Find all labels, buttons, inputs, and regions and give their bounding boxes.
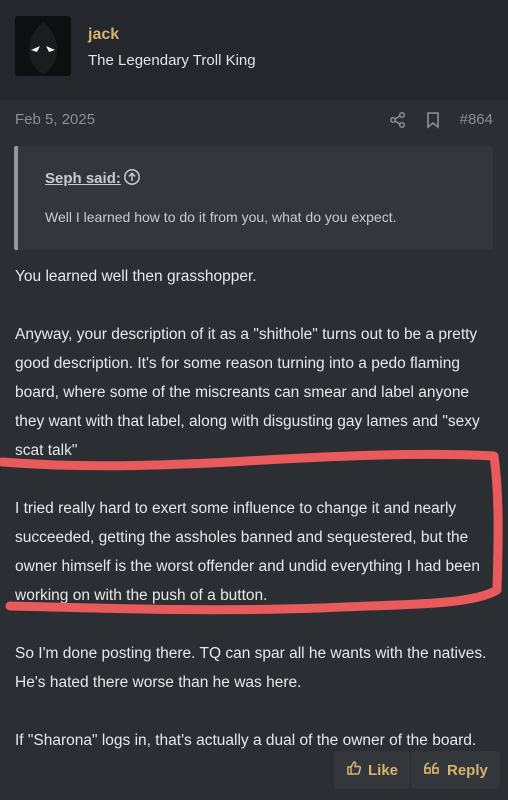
like-label: Like [368,761,399,779]
post-date[interactable]: Feb 5, 2025 [15,111,95,128]
avatar[interactable] [15,16,71,76]
thumbs-up-icon [346,760,362,780]
post-body: You learned well then grasshopper. Anywa… [15,262,499,784]
user-header: jack The Legendary Troll King [0,0,508,100]
reply-button[interactable]: Reply [411,751,500,789]
quote-text: Well I learned how to do it from you, wh… [45,209,397,225]
reply-label: Reply [447,761,488,779]
bookmark-icon[interactable] [425,111,441,134]
quote-block: Seph said: Well I learned how to do it f… [14,146,493,250]
username[interactable]: jack [88,26,119,44]
post-number[interactable]: #864 [460,111,493,128]
user-title: The Legendary Troll King [88,52,256,69]
quote-icon [423,760,441,780]
post-paragraph: You learned well then grasshopper. [15,268,257,285]
post-paragraph: I tried really hard to exert some influe… [15,500,480,604]
go-to-quote-icon[interactable] [123,168,141,191]
like-button[interactable]: Like [334,751,411,789]
quote-author[interactable]: Seph said: [45,170,121,187]
post-paragraph: Anyway, your description of it as a "shi… [15,326,480,459]
share-icon[interactable] [389,111,407,134]
post-paragraph: So I'm done posting there. TQ can spar a… [15,645,487,691]
post-meta: Feb 5, 2025 #864 [0,100,508,140]
